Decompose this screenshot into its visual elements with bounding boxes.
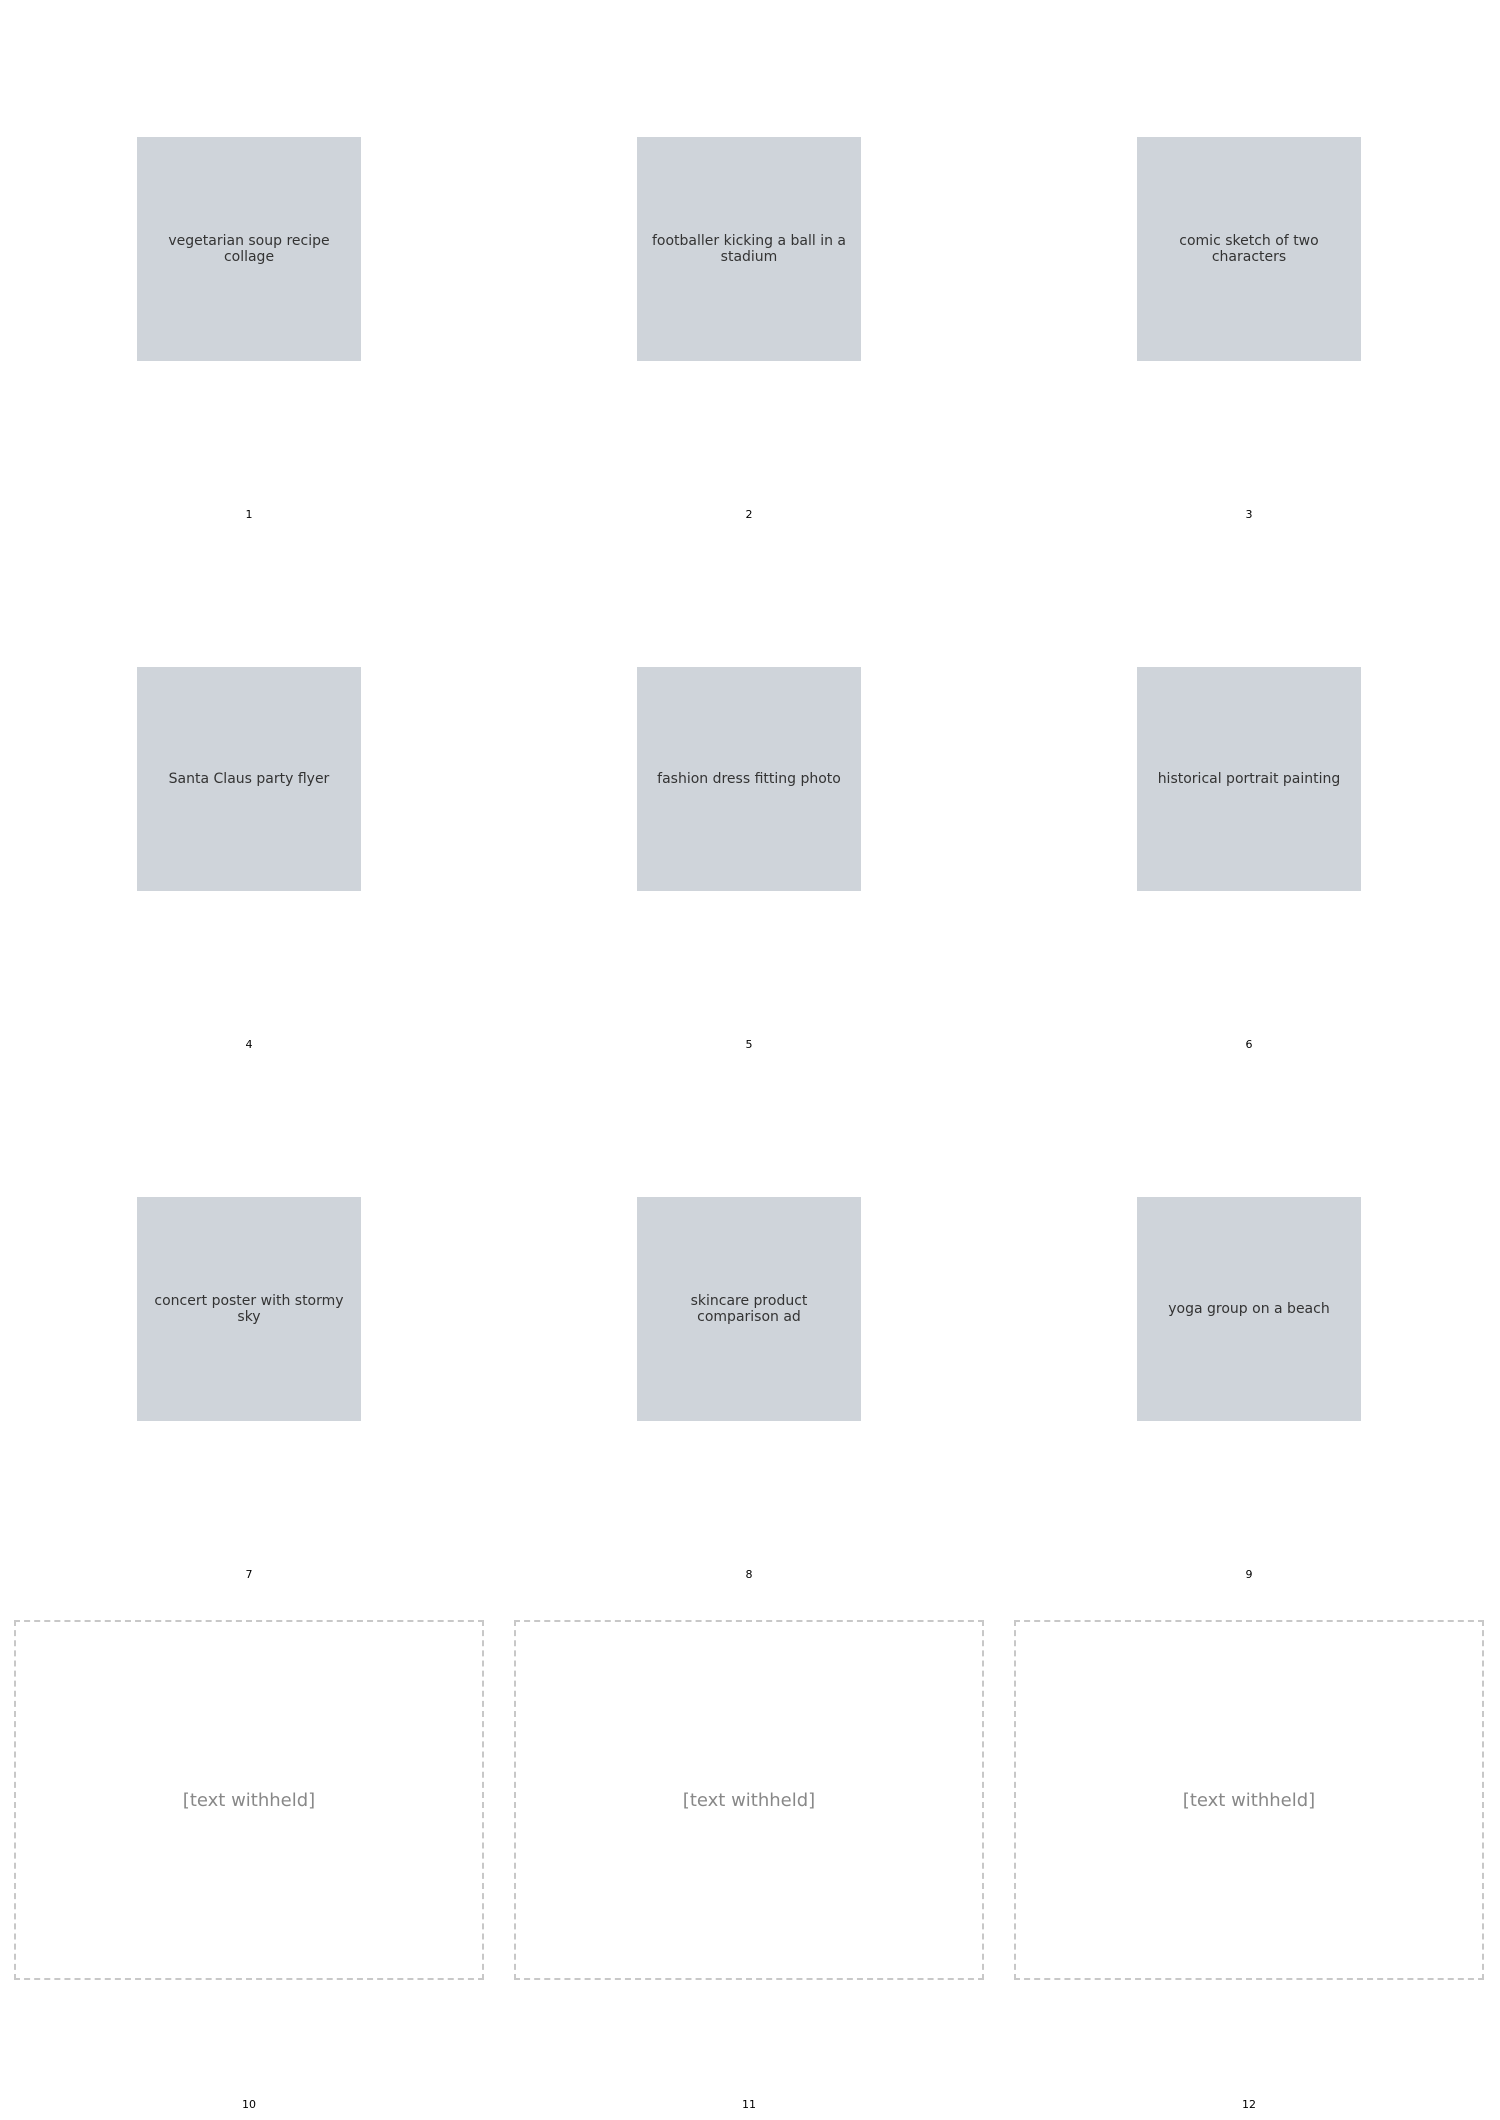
caption-9: 9 <box>1245 1568 1253 1581</box>
caption-12: 12 <box>1242 2098 1256 2111</box>
withheld-12: [text withheld] <box>1014 1620 1484 1980</box>
caption-1: 1 <box>245 508 253 521</box>
tile-9: yoga group on a beach <box>1137 1197 1361 1421</box>
caption-3: 3 <box>1245 508 1253 521</box>
tile-5: fashion dress fitting photo <box>637 667 861 891</box>
tile-2: footballer kicking a ball in a stadium <box>637 137 861 361</box>
caption-6: 6 <box>1245 1038 1253 1051</box>
withheld-11: [text withheld] <box>514 1620 984 1980</box>
caption-2: 2 <box>745 508 753 521</box>
withheld-10: [text withheld] <box>14 1620 484 1980</box>
caption-4: 4 <box>245 1038 253 1051</box>
caption-11: 11 <box>742 2098 756 2111</box>
tile-7: concert poster with stormy sky <box>137 1197 361 1421</box>
tile-3: comic sketch of two characters <box>1137 137 1361 361</box>
caption-10: 10 <box>242 2098 256 2111</box>
caption-5: 5 <box>745 1038 753 1051</box>
tile-8: skincare product comparison ad <box>637 1197 861 1421</box>
caption-7: 7 <box>245 1568 253 1581</box>
caption-8: 8 <box>745 1568 753 1581</box>
tile-6: historical portrait painting <box>1137 667 1361 891</box>
tile-4: Santa Claus party flyer <box>137 667 361 891</box>
tile-1: vegetarian soup recipe collage <box>137 137 361 361</box>
